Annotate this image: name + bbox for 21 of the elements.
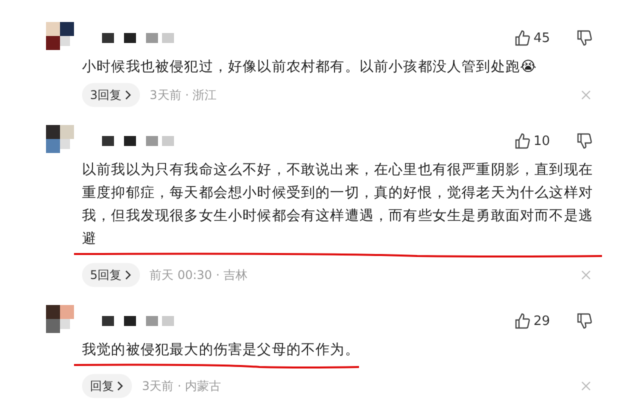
comment-text: 小时候我也被侵犯过，好像以前农村都有。以前小孩都没人管到处跑😭 (82, 58, 537, 77)
replies-button[interactable]: 3回复 (82, 83, 140, 107)
replies-button[interactable]: 回复 (82, 374, 132, 398)
thumbs-down-icon[interactable] (576, 30, 592, 46)
like-count: 45 (533, 30, 550, 46)
comment-text: 我觉的被侵犯最大的伤害是父母的不作为。 (82, 341, 360, 360)
like-count: 29 (533, 314, 550, 328)
comment-meta: 前天 00:30 · 吉林 (150, 266, 248, 284)
thumbs-up-icon[interactable] (514, 30, 530, 46)
thumbs-down-icon[interactable] (576, 313, 592, 329)
comment-text: 以前我以为只有我命这么不好，不敢说出来，在心里也有很严重阴影，直到现在重度抑郁症，每天都会想小时候受到的一切，真的好恨，觉得老天为什么这样对我，但我发现很多女生小时候都会有这样遭遇，而有些女生是勇敢面对而不是逃避 (82, 161, 594, 249)
chevron-icon (124, 270, 132, 280)
thumbs-up-icon[interactable] (514, 313, 530, 329)
chevron-icon (124, 90, 132, 100)
chevron-icon (116, 381, 124, 391)
comment-meta: 3天前 · 内蒙古 (142, 378, 222, 394)
replies-button[interactable]: 5回复 (82, 263, 140, 287)
thumbs-up-icon[interactable] (514, 133, 530, 149)
like-count: 10 (533, 134, 550, 148)
thumbs-down-icon[interactable] (576, 133, 592, 149)
comment-meta: 3天前 · 浙江 (150, 86, 217, 104)
